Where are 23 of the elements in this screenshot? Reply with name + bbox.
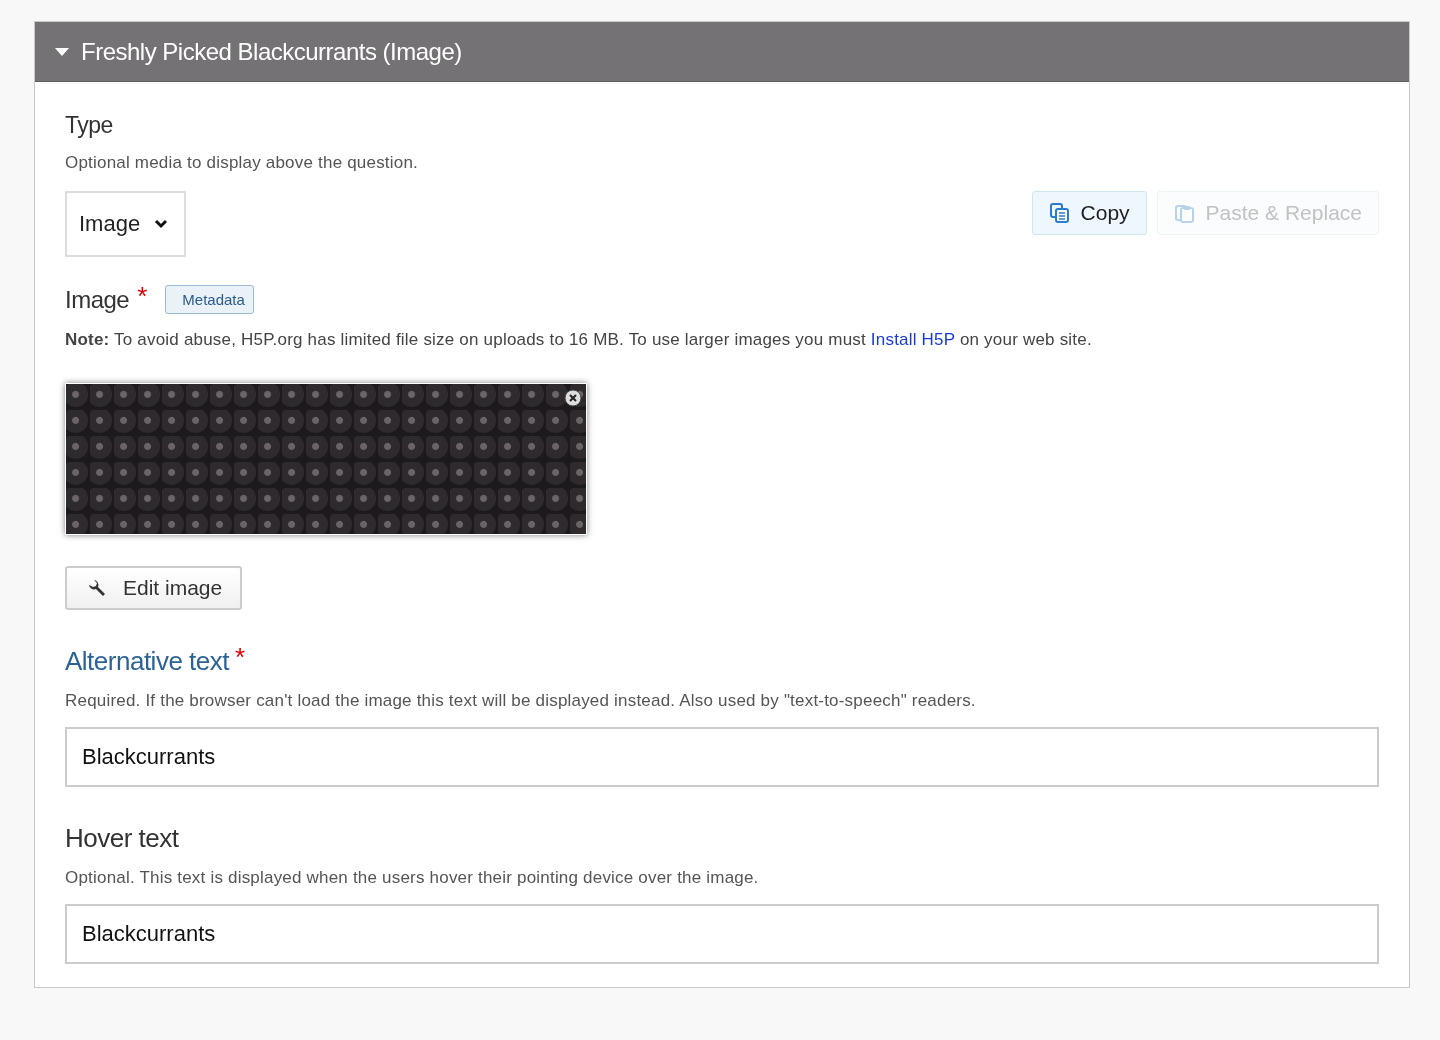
edit-image-button[interactable]: Edit image: [65, 566, 243, 610]
copy-icon: [1048, 202, 1071, 224]
group-header[interactable]: Freshly Picked Blackcurrants (Image): [35, 22, 1409, 82]
required-asterisk: *: [235, 642, 246, 673]
field-label: Image: [65, 285, 130, 314]
chevron-icon: [154, 219, 169, 229]
field-description: Required. If the browser can't load the image this text will be displayed instead. Also used by "text-to-speech" readers.: [65, 691, 977, 711]
field-description: Optional media to display above the question.: [65, 153, 419, 173]
close-icon[interactable]: [564, 389, 582, 407]
upload-note: Note: To avoid abuse, H5P.org has limited file size on uploads to 16 MB. To use larger images you must Install H5P on your web site.: [65, 330, 1093, 350]
clipboard-icon: [1173, 202, 1196, 224]
field-label: Hover text: [65, 823, 179, 854]
field-label: Type: [65, 112, 114, 139]
required-asterisk: *: [137, 281, 148, 312]
group-title: Freshly Picked Blackcurrants (Image): [81, 37, 462, 66]
field-description: Optional. This text is displayed when the users hover their pointing device over the image.: [65, 868, 760, 888]
metadata-button[interactable]: Metadata: [165, 285, 254, 314]
copy-button[interactable]: Copy: [1031, 191, 1147, 235]
text-input[interactable]: Blackcurrants: [65, 904, 1379, 964]
type-dropdown[interactable]: Image: [65, 191, 187, 257]
text-input[interactable]: Blackcurrants: [65, 727, 1379, 787]
field-label: Alternative text: [65, 646, 229, 677]
install-link[interactable]: Install H5P: [870, 330, 955, 349]
